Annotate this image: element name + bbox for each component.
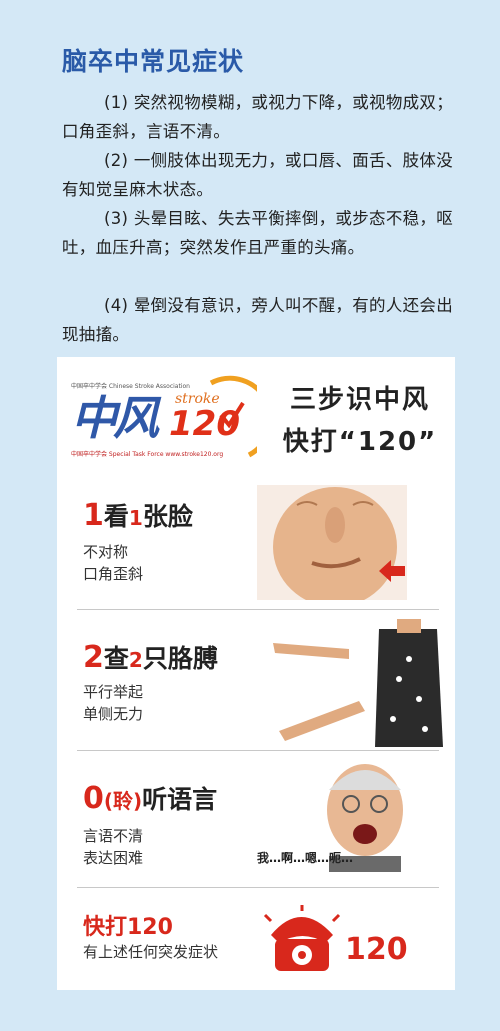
logo-slogan: 中国卒中学会 Special Task Force www.stroke120.… xyxy=(71,451,224,458)
logo-number: 120 xyxy=(169,404,240,444)
step-2-verb: 查 xyxy=(103,644,129,673)
step-1-desc-line-2: 口角歪斜 xyxy=(83,565,144,583)
stroke-poster: 中国卒中学会 Chinese Stroke Association 中风 str… xyxy=(57,357,455,990)
symptom-paragraph-3: (3) 头晕目眩、失去平衡摔倒，或步态不稳，呕吐，血压升高；突然发作且严重的头痛… xyxy=(62,209,454,257)
step-1-title: 1看1张脸 xyxy=(83,497,193,533)
step-1-number: 1 xyxy=(83,498,104,533)
step-2-desc: 平行举起 单侧无力 xyxy=(83,681,143,725)
step-3-object: 听语言 xyxy=(142,785,218,814)
poster-headline: 三步识中风 快打“120” xyxy=(275,379,445,463)
step-2-object: 只胳膊 xyxy=(142,644,218,673)
step-3-desc-line-2: 表达困难 xyxy=(83,849,144,867)
emergency-number: 120 xyxy=(345,932,408,967)
symptom-paragraph-1: (1) 突然视物模糊，或视力下降，或视物成双；口角歪斜，言语不清。 xyxy=(62,93,454,141)
step-1-object: 张脸 xyxy=(142,502,193,531)
symptom-paragraph-2: (2) 一侧肢体出现无力，或口唇、面舌、肢体没有知觉呈麻木状态。 xyxy=(62,151,454,199)
step-2-title: 2查2只胳膊 xyxy=(83,639,218,675)
step-1-count: 1 xyxy=(128,506,143,530)
stroke120-logo: 中国卒中学会 Chinese Stroke Association 中风 str… xyxy=(65,367,257,467)
page-title: 脑卒中常见症状 xyxy=(62,47,245,76)
step-2-desc-line-1: 平行举起 xyxy=(83,683,144,701)
step-2-number: 2 xyxy=(83,640,104,675)
divider-2 xyxy=(77,750,439,751)
headline-line-2: 快打“120” xyxy=(282,427,438,457)
step-3-number: 0 xyxy=(83,781,104,816)
step-2-count: 2 xyxy=(128,648,143,672)
step-1-desc-line-1: 不对称 xyxy=(83,543,129,561)
step-1-verb: 看 xyxy=(103,502,129,531)
urgent-desc: 有上述任何突发症状 xyxy=(83,943,219,961)
telephone-icon xyxy=(263,905,341,971)
step-2-desc-line-2: 单侧无力 xyxy=(83,705,144,723)
step-3-desc-line-1: 言语不清 xyxy=(83,827,144,845)
logo-big-text: 中风 xyxy=(71,391,159,445)
urgent-title: 快打120 xyxy=(83,915,173,940)
arrow-left-icon xyxy=(379,560,405,582)
arms-raised-photo xyxy=(273,619,443,747)
step-1-desc: 不对称 口角歪斜 xyxy=(83,541,143,585)
step-3-paren: (聆) xyxy=(103,789,143,813)
divider-3 xyxy=(77,887,439,888)
headline-line-1: 三步识中风 xyxy=(289,385,430,415)
logo-org-text: 中国卒中学会 Chinese Stroke Association xyxy=(71,383,190,390)
symptom-paragraph-4: (4) 晕倒没有意识，旁人叫不醒，有的人还会出现抽搐。 xyxy=(62,296,454,344)
step-3-desc: 言语不清 表达困难 xyxy=(83,825,143,869)
speech-text: 我…啊…嗯…呃… xyxy=(257,851,354,865)
face-photo xyxy=(257,485,407,600)
step-3-title: 0(聆)听语言 xyxy=(83,780,217,816)
divider-1 xyxy=(77,609,439,610)
